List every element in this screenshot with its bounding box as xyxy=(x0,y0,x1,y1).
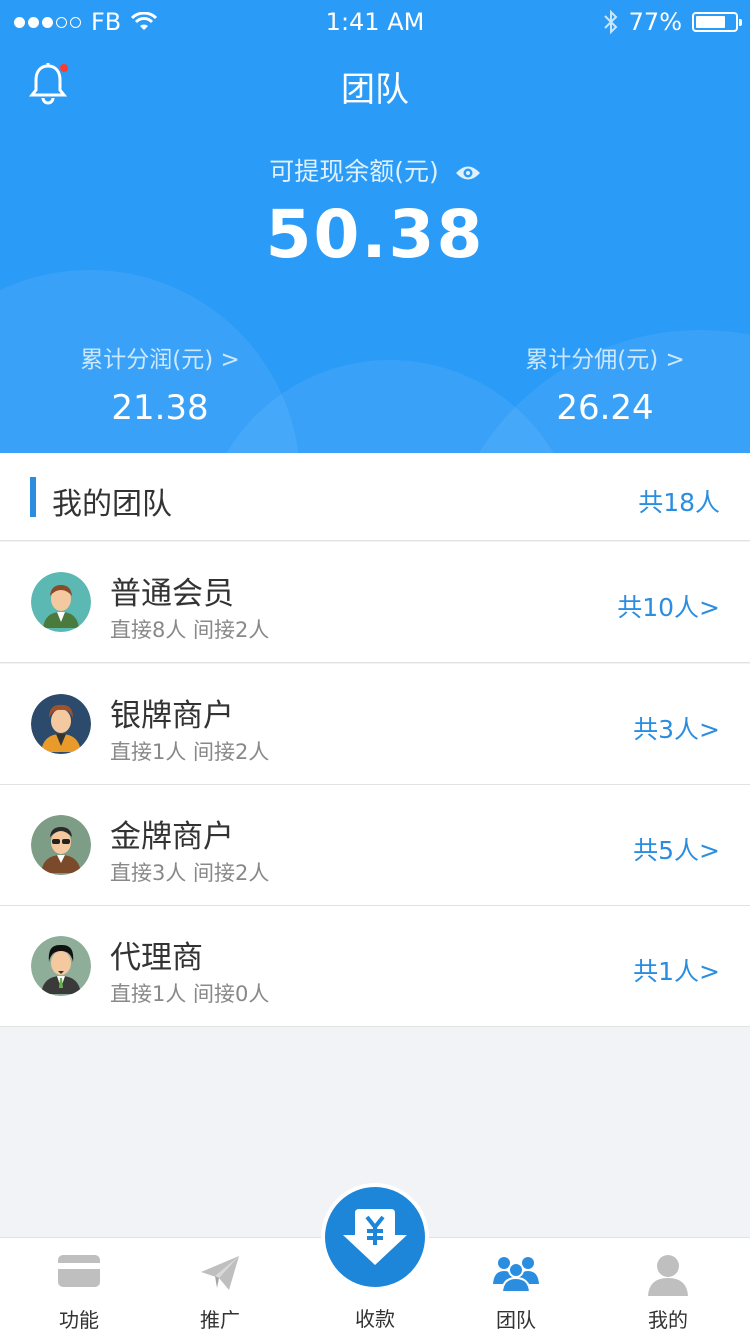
collect-payment-label: 收款 xyxy=(355,1307,395,1331)
avatar xyxy=(31,936,91,996)
level-name: 银牌商户 xyxy=(110,698,234,734)
bluetooth-icon xyxy=(603,9,618,35)
tab-label: 功能 xyxy=(59,1308,99,1332)
yuan-download-icon xyxy=(343,1209,407,1265)
level-breakdown: 直接3人 间接2人 xyxy=(110,861,270,885)
avatar xyxy=(31,572,91,632)
level-count-link[interactable]: 共1人> xyxy=(633,952,720,988)
tab-label: 团队 xyxy=(496,1308,536,1332)
paper-plane-icon xyxy=(199,1254,241,1296)
team-section-title: 我的团队 xyxy=(52,487,172,522)
tab-label: 我的 xyxy=(648,1308,688,1332)
section-accent-bar xyxy=(30,477,36,517)
avatar xyxy=(31,694,91,754)
balance-value: 50.38 xyxy=(265,196,485,273)
level-breakdown: 直接1人 间接0人 xyxy=(110,982,270,1006)
header-panel: FB 1:41 AM 77% 团队 可提现余额(元) 50.38 累计分润(元)… xyxy=(0,0,750,453)
tab-mine[interactable]: 我的 xyxy=(593,1238,743,1334)
stat-label: 累计分润(元) > xyxy=(80,347,240,373)
stat-value: 21.38 xyxy=(111,388,209,428)
cumulative-commission-stat[interactable]: 累计分佣(元) > 26.24 xyxy=(505,340,705,428)
stat-label: 累计分佣(元) > xyxy=(525,347,685,373)
status-bar: FB 1:41 AM 77% xyxy=(0,0,750,42)
balance-label: 可提现余额(元) xyxy=(269,157,439,186)
tab-promotion[interactable]: 推广 xyxy=(145,1238,295,1334)
level-count-link[interactable]: 共5人> xyxy=(633,831,720,867)
battery-icon xyxy=(692,12,742,32)
collect-payment-button[interactable] xyxy=(321,1183,429,1291)
eye-icon[interactable] xyxy=(455,159,481,188)
team-level-row-regular[interactable]: 普通会员 直接8人 间接2人 共10人> xyxy=(0,542,750,663)
level-breakdown: 直接1人 间接2人 xyxy=(110,740,270,764)
level-name: 金牌商户 xyxy=(110,819,234,855)
person-icon xyxy=(646,1254,690,1300)
battery-percent: 77% xyxy=(628,8,682,36)
level-name: 普通会员 xyxy=(110,576,234,612)
card-icon xyxy=(57,1254,101,1292)
tab-team[interactable]: 团队 xyxy=(441,1238,591,1334)
avatar xyxy=(31,815,91,875)
level-count-link[interactable]: 共3人> xyxy=(633,710,720,746)
team-level-row-agent[interactable]: 代理商 直接1人 间接0人 共1人> xyxy=(0,906,750,1027)
stat-value: 26.24 xyxy=(556,388,654,428)
cumulative-profit-stat[interactable]: 累计分润(元) > 21.38 xyxy=(60,340,260,428)
level-name: 代理商 xyxy=(110,940,203,976)
level-count-link[interactable]: 共10人> xyxy=(617,588,720,624)
group-icon xyxy=(492,1254,540,1296)
page-title: 团队 xyxy=(341,70,409,110)
tab-label: 推广 xyxy=(200,1308,240,1332)
level-breakdown: 直接8人 间接2人 xyxy=(110,618,270,642)
team-level-row-silver[interactable]: 银牌商户 直接1人 间接2人 共3人> xyxy=(0,664,750,785)
team-section-header: 我的团队 共18人 xyxy=(0,453,750,541)
team-level-row-gold[interactable]: 金牌商户 直接3人 间接2人 共5人> xyxy=(0,785,750,906)
balance-label-row: 可提现余额(元) xyxy=(0,152,750,188)
tab-functions[interactable]: 功能 xyxy=(4,1238,154,1334)
team-total-count: 共18人 xyxy=(638,488,720,517)
